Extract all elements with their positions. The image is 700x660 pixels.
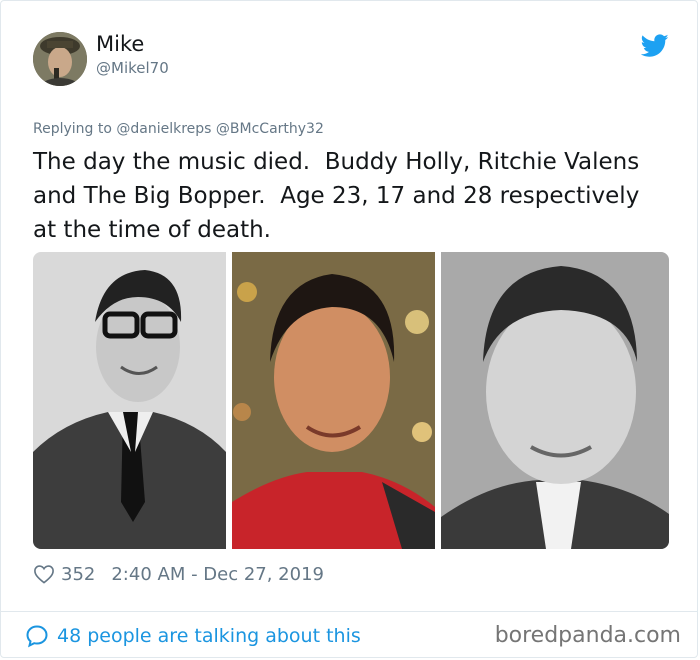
talking-about-link[interactable]: 48 people are talking about this	[25, 624, 361, 648]
avatar[interactable]	[33, 32, 87, 86]
photo-big-bopper[interactable]	[441, 252, 669, 549]
divider	[1, 611, 697, 612]
photo-ritchie-valens[interactable]	[232, 252, 435, 549]
author-handle[interactable]: @Mikel70	[96, 59, 169, 77]
author-name[interactable]: Mike	[96, 32, 144, 56]
tweet-meta: 352 2:40 AM - Dec 27, 2019	[33, 561, 324, 587]
heart-icon[interactable]	[33, 564, 55, 584]
tweet-text: The day the music died. Buddy Holly, Rit…	[33, 149, 640, 243]
like-count[interactable]: 352	[61, 564, 95, 585]
twitter-bird-icon[interactable]	[641, 34, 669, 58]
tweet-card: Mike @Mikel70 Replying to @danielkreps @…	[0, 0, 698, 658]
replying-to-line: Replying to @danielkreps @BMcCarthy32	[33, 121, 324, 137]
talking-about-text: 48 people are talking about this	[57, 625, 361, 647]
timestamp[interactable]: 2:40 AM - Dec 27, 2019	[111, 564, 324, 585]
watermark: boredpanda.com	[494, 623, 681, 648]
photo-buddy-holly[interactable]	[33, 252, 226, 549]
speech-bubble-icon	[26, 625, 48, 648]
